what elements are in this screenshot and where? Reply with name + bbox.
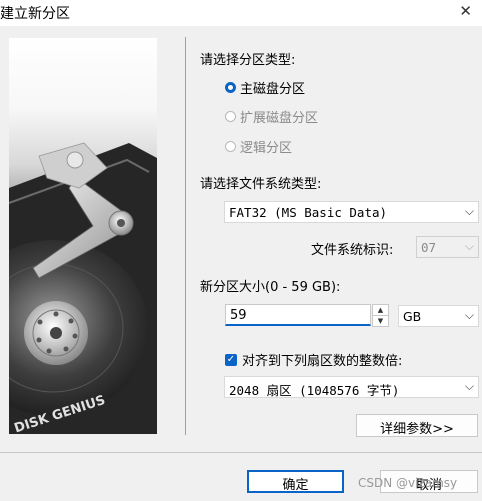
radio-label: 主磁盘分区 [240, 81, 306, 97]
chevron-down-icon: ⌵ [464, 379, 474, 393]
chevron-down-icon: ⌵ [464, 308, 474, 322]
radio-dot-icon [225, 140, 236, 152]
advanced-params-button[interactable]: 详细参数>> [356, 414, 478, 437]
radio-primary-partition[interactable]: 主磁盘分区 [225, 78, 306, 97]
watermark: CSDN @vizamsy [358, 476, 458, 490]
horizontal-divider [0, 452, 482, 453]
radio-label: 扩展磁盘分区 [240, 110, 319, 126]
size-unit-value: GB [403, 309, 422, 324]
filesystem-id-value: 07 [421, 240, 437, 255]
filesystem-id-label: 文件系统标识: [311, 243, 394, 258]
close-icon[interactable]: ✕ [459, 2, 472, 20]
partition-size-input[interactable]: 59 [225, 304, 371, 326]
checkmark-icon: ✓ [225, 353, 237, 366]
size-unit-select[interactable]: GB ⌵ [398, 305, 479, 327]
radio-logical-partition[interactable]: 逻辑分区 [225, 137, 293, 156]
filesystem-type-label: 请选择文件系统类型: [200, 177, 322, 192]
radio-dot-icon [225, 81, 236, 93]
size-spinner[interactable]: ▲ ▼ [372, 304, 389, 327]
chevron-down-icon: ⌵ [464, 204, 474, 218]
spin-down-icon[interactable]: ▼ [373, 315, 388, 326]
spin-up-icon[interactable]: ▲ [373, 305, 388, 315]
alignment-select[interactable]: 2048 扇区 (1048576 字节) ⌵ [224, 376, 479, 398]
filesystem-id-select[interactable]: 07 ⌵ [416, 236, 479, 258]
vertical-divider [185, 37, 186, 435]
hard-disk-illustration: DISK GENIUS [9, 142, 157, 434]
radio-extended-partition[interactable]: 扩展磁盘分区 [225, 107, 319, 126]
title-bar: 建立新分区 ✕ [0, 0, 482, 26]
align-checkbox[interactable]: ✓ 对齐到下列扇区数的整数倍: [225, 350, 402, 369]
radio-dot-icon [225, 110, 236, 122]
ok-button[interactable]: 确定 [247, 470, 344, 493]
alignment-selected-value: 2048 扇区 (1048576 字节) [229, 383, 400, 398]
align-checkbox-label: 对齐到下列扇区数的整数倍: [242, 354, 403, 369]
radio-label: 逻辑分区 [240, 140, 293, 156]
window-title: 建立新分区 [0, 6, 70, 22]
disk-illustration: DISK GENIUS [9, 38, 157, 434]
filesystem-selected-value: FAT32 (MS Basic Data) [229, 205, 388, 220]
filesystem-select[interactable]: FAT32 (MS Basic Data) ⌵ [224, 201, 479, 223]
partition-size-label: 新分区大小(0 - 59 GB): [200, 280, 341, 295]
partition-type-label: 请选择分区类型: [200, 53, 296, 68]
chevron-down-icon: ⌵ [464, 239, 474, 253]
